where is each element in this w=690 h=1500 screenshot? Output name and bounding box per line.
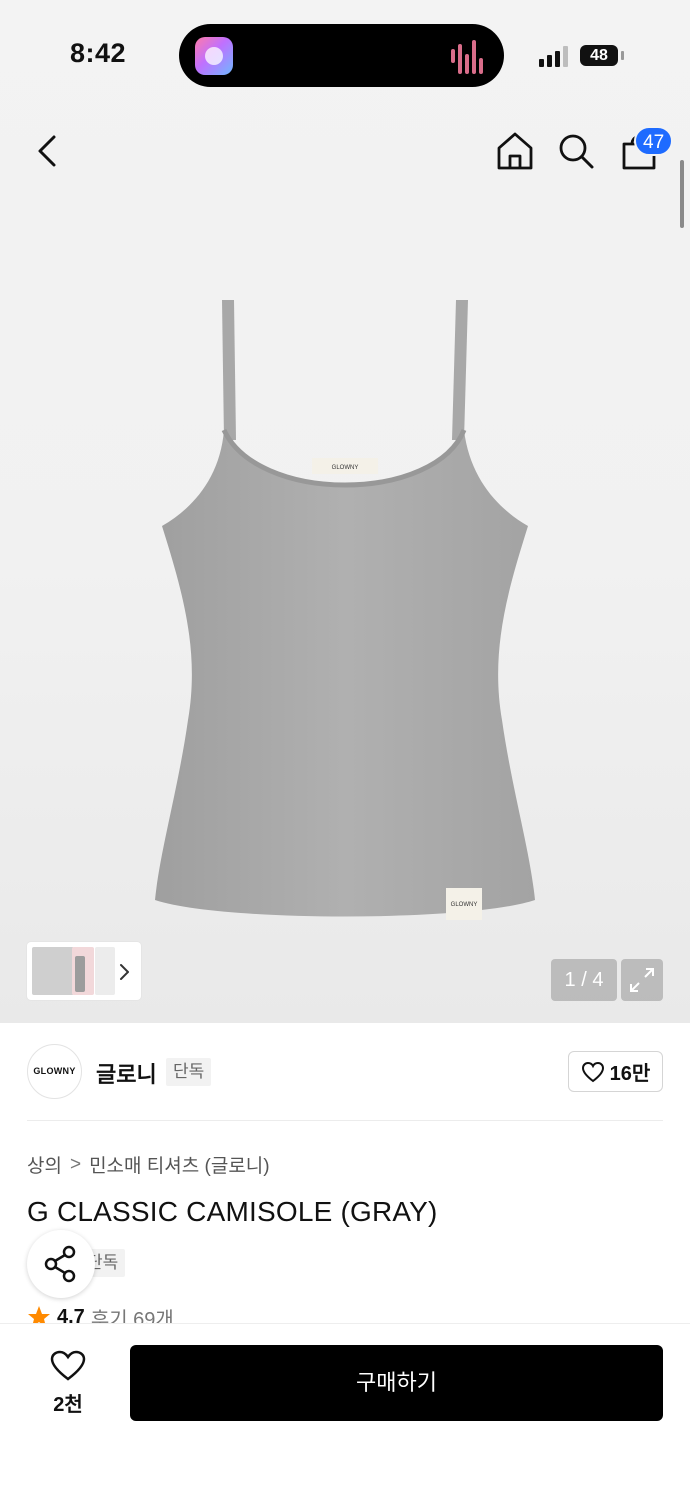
app-activity-icon <box>195 37 233 75</box>
share-button[interactable] <box>27 1230 95 1298</box>
search-icon[interactable] <box>556 130 596 172</box>
cellular-signal-icon <box>539 45 571 67</box>
product-title: G CLASSIC CAMISOLE (GRAY) <box>27 1196 438 1227</box>
brand-like-button[interactable]: 16만 <box>568 1051 663 1092</box>
breadcrumb-category[interactable]: 상의 <box>27 1151 62 1178</box>
product-hem-label: GLOWNY <box>451 902 478 908</box>
heart-icon <box>581 1061 604 1082</box>
expand-button[interactable] <box>621 959 663 1001</box>
brand-like-count: 16만 <box>609 1063 651 1085</box>
home-icon[interactable] <box>494 130 536 172</box>
thumbnail-2-item <box>75 956 85 992</box>
battery-cap <box>621 51 624 60</box>
buy-button[interactable]: 구매하기 <box>130 1345 663 1421</box>
dynamic-island[interactable] <box>179 24 504 87</box>
product-image: GLOWNY GLOWNY <box>155 300 535 920</box>
divider <box>27 1120 663 1121</box>
back-icon[interactable] <box>30 132 66 170</box>
status-time: 8:42 <box>70 38 127 68</box>
brand-logo[interactable]: GLOWNY <box>27 1044 82 1099</box>
chevron-right-icon[interactable] <box>117 962 131 982</box>
exclusive-badge: 단독 <box>166 1058 212 1086</box>
audio-wave-icon <box>451 38 487 74</box>
share-icon <box>44 1245 76 1283</box>
wishlist-button[interactable]: 2천 <box>38 1348 98 1418</box>
thumbnail-3[interactable] <box>95 947 115 995</box>
breadcrumb: 상의 > 민소매 티셔츠 (글로니) <box>27 1151 270 1178</box>
scroll-indicator <box>680 160 684 228</box>
thumbnail-1[interactable] <box>32 947 74 995</box>
battery-level: 48 <box>580 45 618 66</box>
cart-count-badge: 47 <box>634 126 674 156</box>
brand-name[interactable]: 글로니 <box>96 1057 157 1089</box>
heart-icon <box>50 1350 86 1381</box>
product-neck-label: GLOWNY <box>332 465 359 471</box>
breadcrumb-separator: > <box>69 1153 82 1175</box>
expand-icon <box>630 968 654 992</box>
image-pager: 1 / 4 <box>551 959 617 1001</box>
wishlist-count: 2천 <box>53 1394 83 1416</box>
breadcrumb-subcategory[interactable]: 민소매 티셔츠 (글로니) <box>89 1151 270 1178</box>
